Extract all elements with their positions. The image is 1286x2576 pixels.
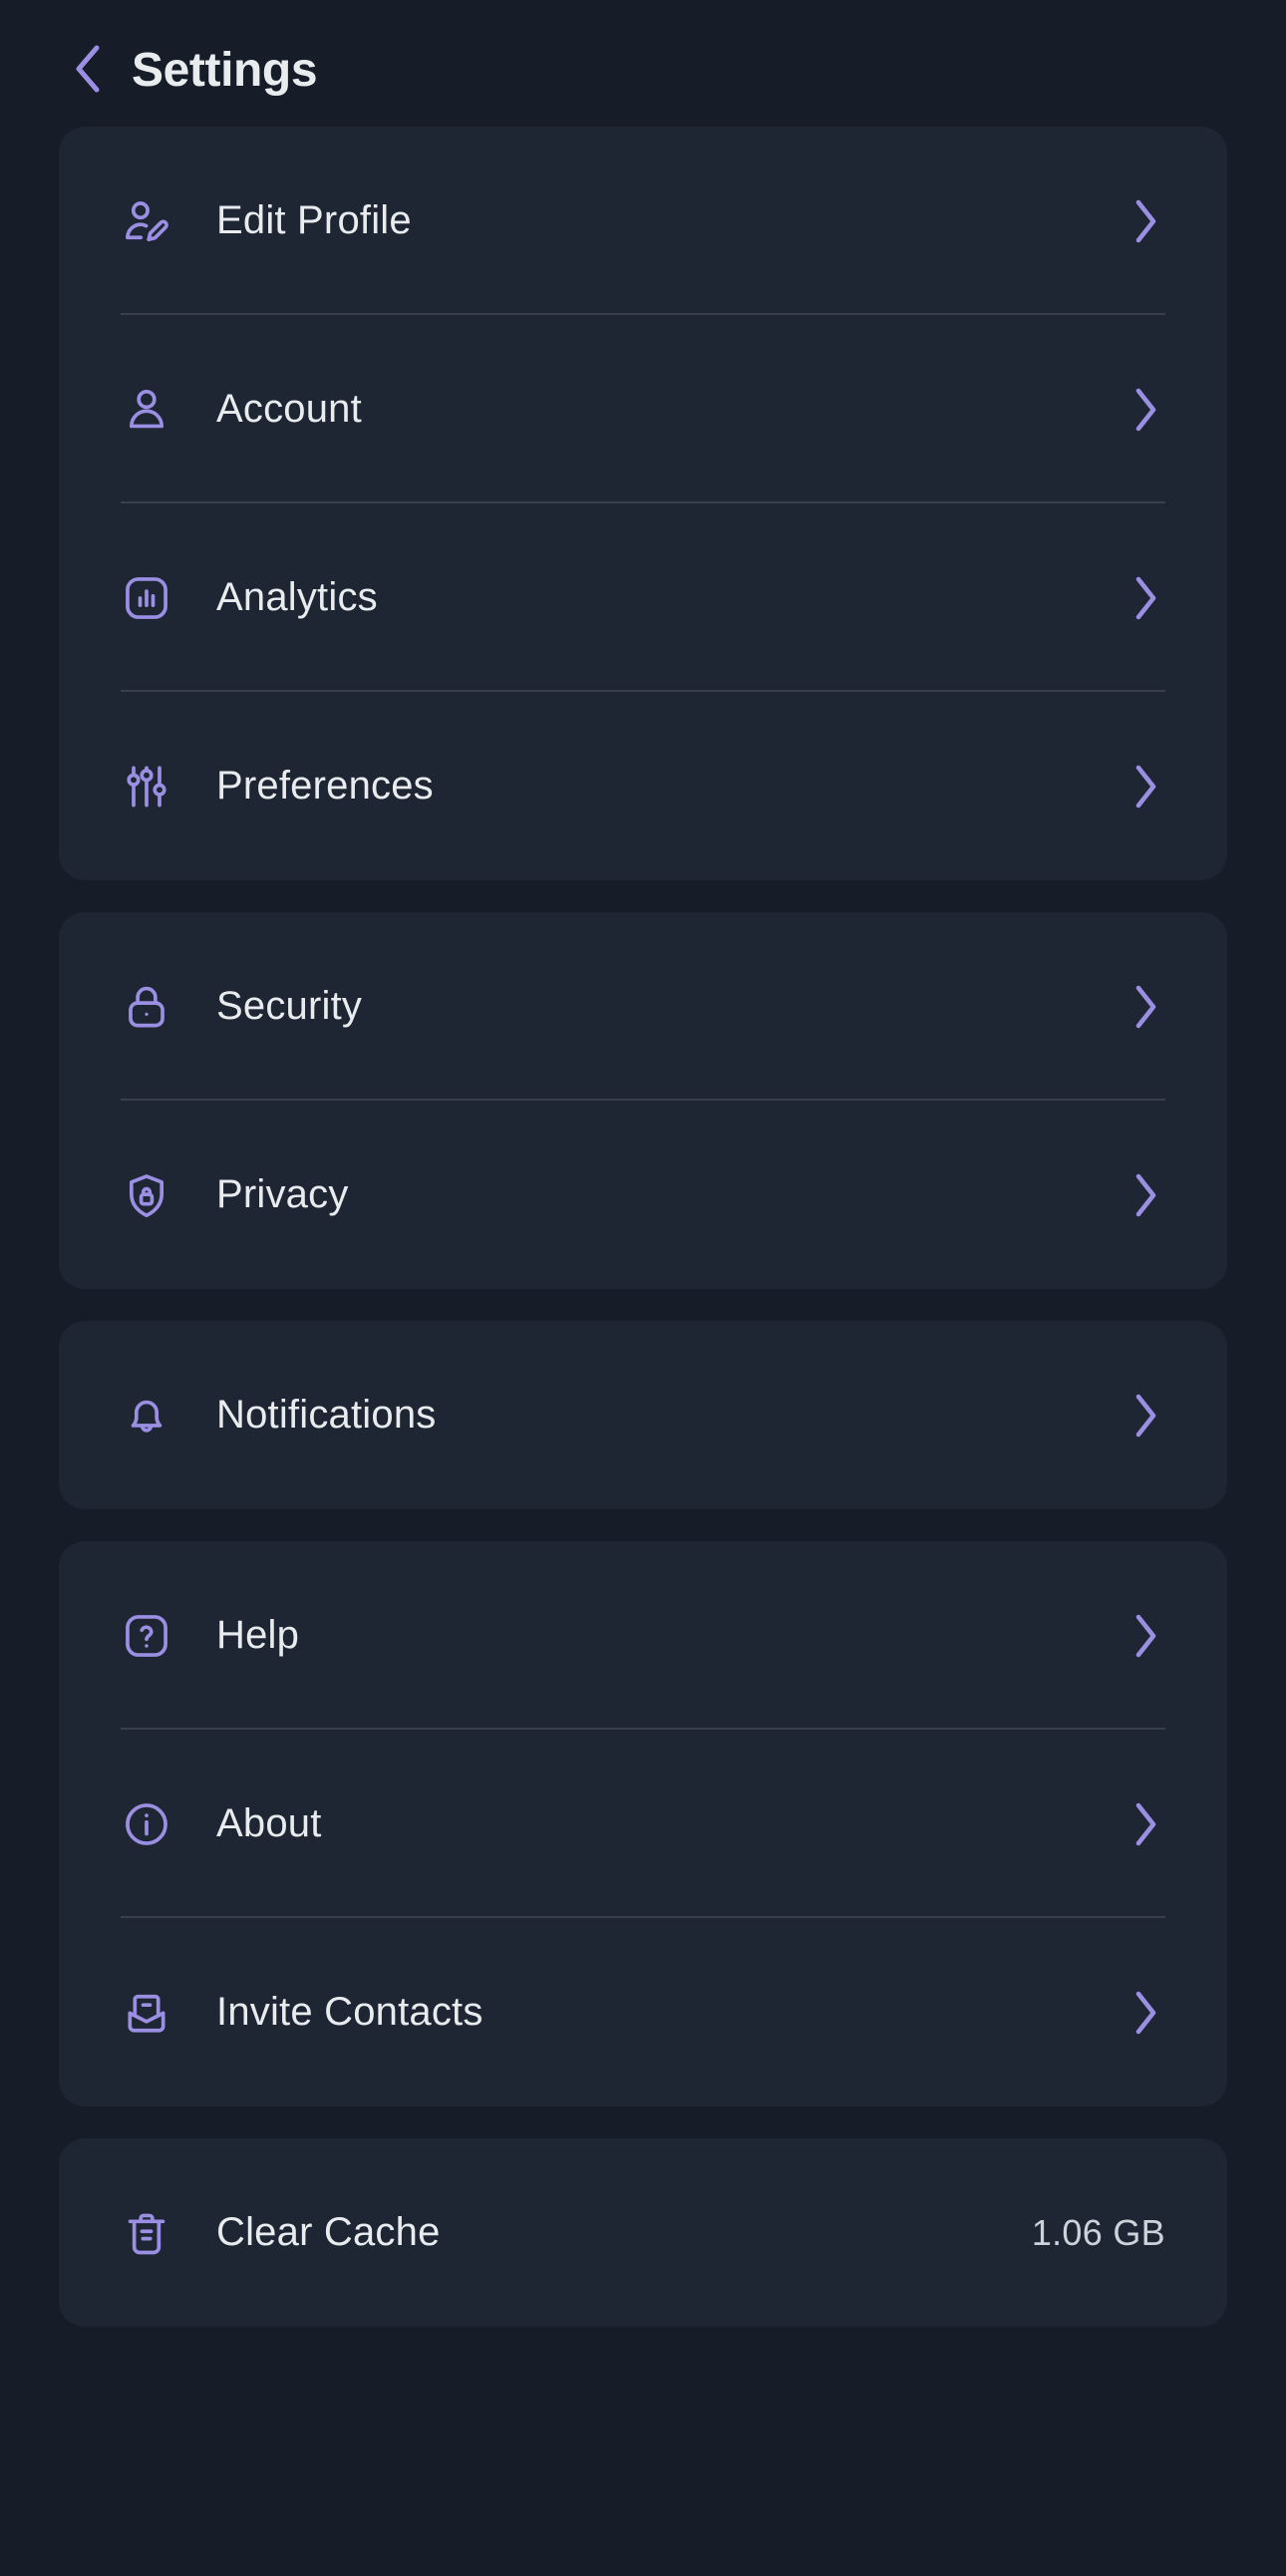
- settings-row-account[interactable]: Account: [59, 315, 1227, 503]
- settings-row-clear-cache[interactable]: Clear Cache 1.06 GB: [59, 2138, 1227, 2327]
- lock-icon: [121, 981, 172, 1033]
- settings-screen: Settings Edit Profile Account Analytics Pre…: [0, 0, 1286, 2576]
- trash-icon: [121, 2207, 172, 2259]
- chevron-right-icon[interactable]: [1125, 1991, 1165, 2034]
- settings-row-label: Account: [216, 387, 362, 431]
- help-square-icon: [121, 1610, 172, 1662]
- page-title: Settings: [132, 43, 318, 97]
- settings-row-label: Notifications: [216, 1393, 437, 1437]
- info-circle-icon: [121, 1798, 172, 1850]
- header: Settings: [59, 0, 1227, 97]
- user-icon: [121, 384, 172, 436]
- shield-lock-icon: [121, 1169, 172, 1221]
- settings-row-invite-contacts[interactable]: Invite Contacts: [59, 1918, 1227, 2106]
- chevron-left-icon: [73, 44, 103, 97]
- settings-row-label: Privacy: [216, 1172, 349, 1216]
- back-button[interactable]: [66, 43, 110, 99]
- settings-row-help[interactable]: Help: [59, 1541, 1227, 1730]
- chevron-right-icon[interactable]: [1125, 1614, 1165, 1657]
- bell-icon: [121, 1390, 172, 1442]
- settings-row-label: Invite Contacts: [216, 1990, 483, 2034]
- settings-row-label: Edit Profile: [216, 198, 412, 242]
- settings-row-notifications[interactable]: Notifications: [59, 1321, 1227, 1509]
- settings-card-support-group: Help About Invite Contacts: [59, 1541, 1227, 2106]
- chevron-right-icon[interactable]: [1125, 1173, 1165, 1216]
- settings-row-label: Analytics: [216, 575, 378, 619]
- chevron-right-icon[interactable]: [1125, 985, 1165, 1028]
- settings-card-storage-group: Clear Cache 1.06 GB: [59, 2138, 1227, 2327]
- sliders-icon: [121, 761, 172, 812]
- settings-row-label: About: [216, 1801, 322, 1845]
- settings-row-about[interactable]: About: [59, 1730, 1227, 1918]
- user-edit-icon: [121, 195, 172, 247]
- settings-row-label: Security: [216, 984, 363, 1028]
- settings-row-label: Clear Cache: [216, 2210, 441, 2254]
- settings-row-edit-profile[interactable]: Edit Profile: [59, 127, 1227, 315]
- settings-row-label: Preferences: [216, 764, 434, 807]
- settings-row-preferences[interactable]: Preferences: [59, 692, 1227, 880]
- settings-card-profile-group: Edit Profile Account Analytics Preferences: [59, 127, 1227, 880]
- settings-row-value: 1.06 GB: [1031, 2211, 1165, 2253]
- settings-groups: Edit Profile Account Analytics Preferences S…: [59, 127, 1227, 2327]
- settings-row-label: Help: [216, 1613, 300, 1657]
- settings-card-security-group: Security Privacy: [59, 912, 1227, 1289]
- chevron-right-icon[interactable]: [1125, 1394, 1165, 1437]
- mail-open-icon: [121, 1987, 172, 2039]
- bar-chart-icon: [121, 572, 172, 624]
- chevron-right-icon[interactable]: [1125, 199, 1165, 242]
- chevron-right-icon[interactable]: [1125, 1802, 1165, 1845]
- settings-row-privacy[interactable]: Privacy: [59, 1101, 1227, 1289]
- chevron-right-icon[interactable]: [1125, 388, 1165, 431]
- chevron-right-icon[interactable]: [1125, 576, 1165, 619]
- chevron-right-icon[interactable]: [1125, 765, 1165, 807]
- settings-row-security[interactable]: Security: [59, 912, 1227, 1101]
- settings-row-analytics[interactable]: Analytics: [59, 503, 1227, 692]
- settings-card-notifications-group: Notifications: [59, 1321, 1227, 1509]
